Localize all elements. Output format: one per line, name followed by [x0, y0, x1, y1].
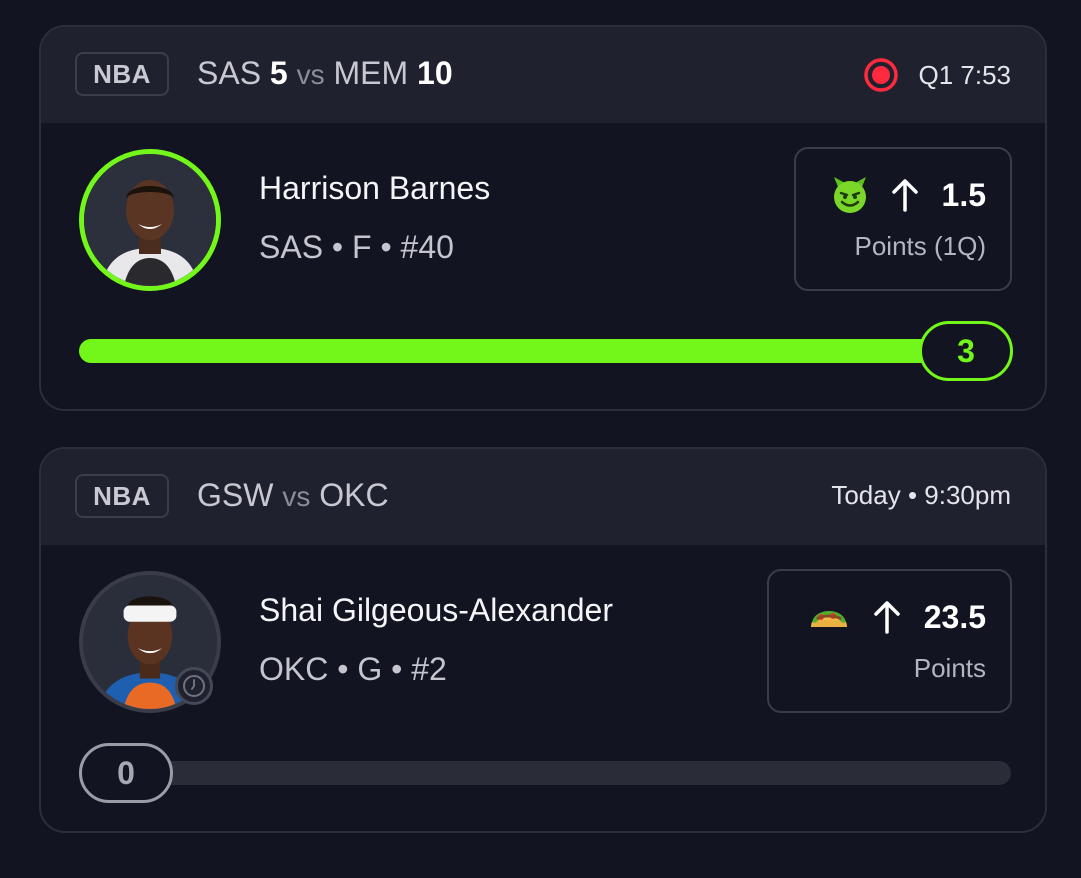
progress-value: 3: [919, 321, 1013, 381]
team-away: MEM: [333, 55, 409, 91]
player-meta: OKC • G • #2: [259, 651, 447, 687]
team-home: GSW: [197, 477, 274, 513]
game-status: Today • 9:30pm: [831, 480, 1011, 511]
player-prop-card[interactable]: NBA SAS 5 vs MEM 10 Q1 7:53 Harrison Bar: [39, 25, 1047, 411]
clock-icon: [175, 667, 213, 705]
prop-stat-label: Points (1Q): [854, 231, 987, 261]
player-name: Shai Gilgeous-Alexander: [259, 592, 613, 628]
progress-track: [79, 761, 1011, 785]
player-headshot-icon: [84, 154, 216, 286]
prop-stat-label: Points: [913, 653, 986, 683]
prop-selection[interactable]: 1.5 Points (1Q): [794, 147, 1012, 291]
team-home-score: 5: [269, 55, 288, 91]
team-away: OKC: [319, 477, 389, 513]
league-badge: NBA: [75, 474, 169, 518]
player-name: Harrison Barnes: [259, 170, 491, 206]
player-avatar[interactable]: [79, 149, 221, 291]
prop-line-row: 23.5: [806, 597, 986, 637]
smiling-devil-emoji: [833, 177, 866, 213]
up-arrow-icon: [891, 179, 918, 212]
progress-value: 0: [79, 743, 173, 803]
team-home: SAS: [197, 55, 262, 91]
league-badge: NBA: [75, 52, 169, 96]
game-header: NBA SAS 5 vs MEM 10 Q1 7:53: [41, 27, 1045, 123]
player-meta: SAS • F • #40: [259, 229, 454, 265]
game-status: Q1 7:53: [864, 58, 1011, 92]
prop-selection[interactable]: 23.5 Points: [767, 569, 1012, 713]
up-arrow-icon: [873, 601, 900, 634]
vs-label: vs: [296, 59, 325, 90]
vs-label: vs: [282, 481, 311, 512]
progress-track: [79, 339, 1011, 363]
taco-emoji: [810, 611, 847, 627]
prop-line-row: 1.5: [830, 175, 986, 215]
team-away-score: 10: [417, 55, 453, 91]
matchup: GSW vs OKC: [197, 477, 389, 514]
live-record-icon: [864, 58, 899, 92]
progress-fill: [79, 339, 1011, 363]
player-prop-card[interactable]: NBA GSW vs OKC Today • 9:30pm Shai Gilge…: [39, 447, 1047, 833]
game-header: NBA GSW vs OKC Today • 9:30pm: [41, 449, 1045, 545]
prop-line-value: 1.5: [941, 176, 986, 213]
prop-line-value: 23.5: [923, 598, 986, 635]
game-clock: Q1 7:53: [918, 59, 1011, 90]
game-start-time: Today • 9:30pm: [831, 480, 1011, 510]
matchup: SAS 5 vs MEM 10: [197, 55, 453, 92]
